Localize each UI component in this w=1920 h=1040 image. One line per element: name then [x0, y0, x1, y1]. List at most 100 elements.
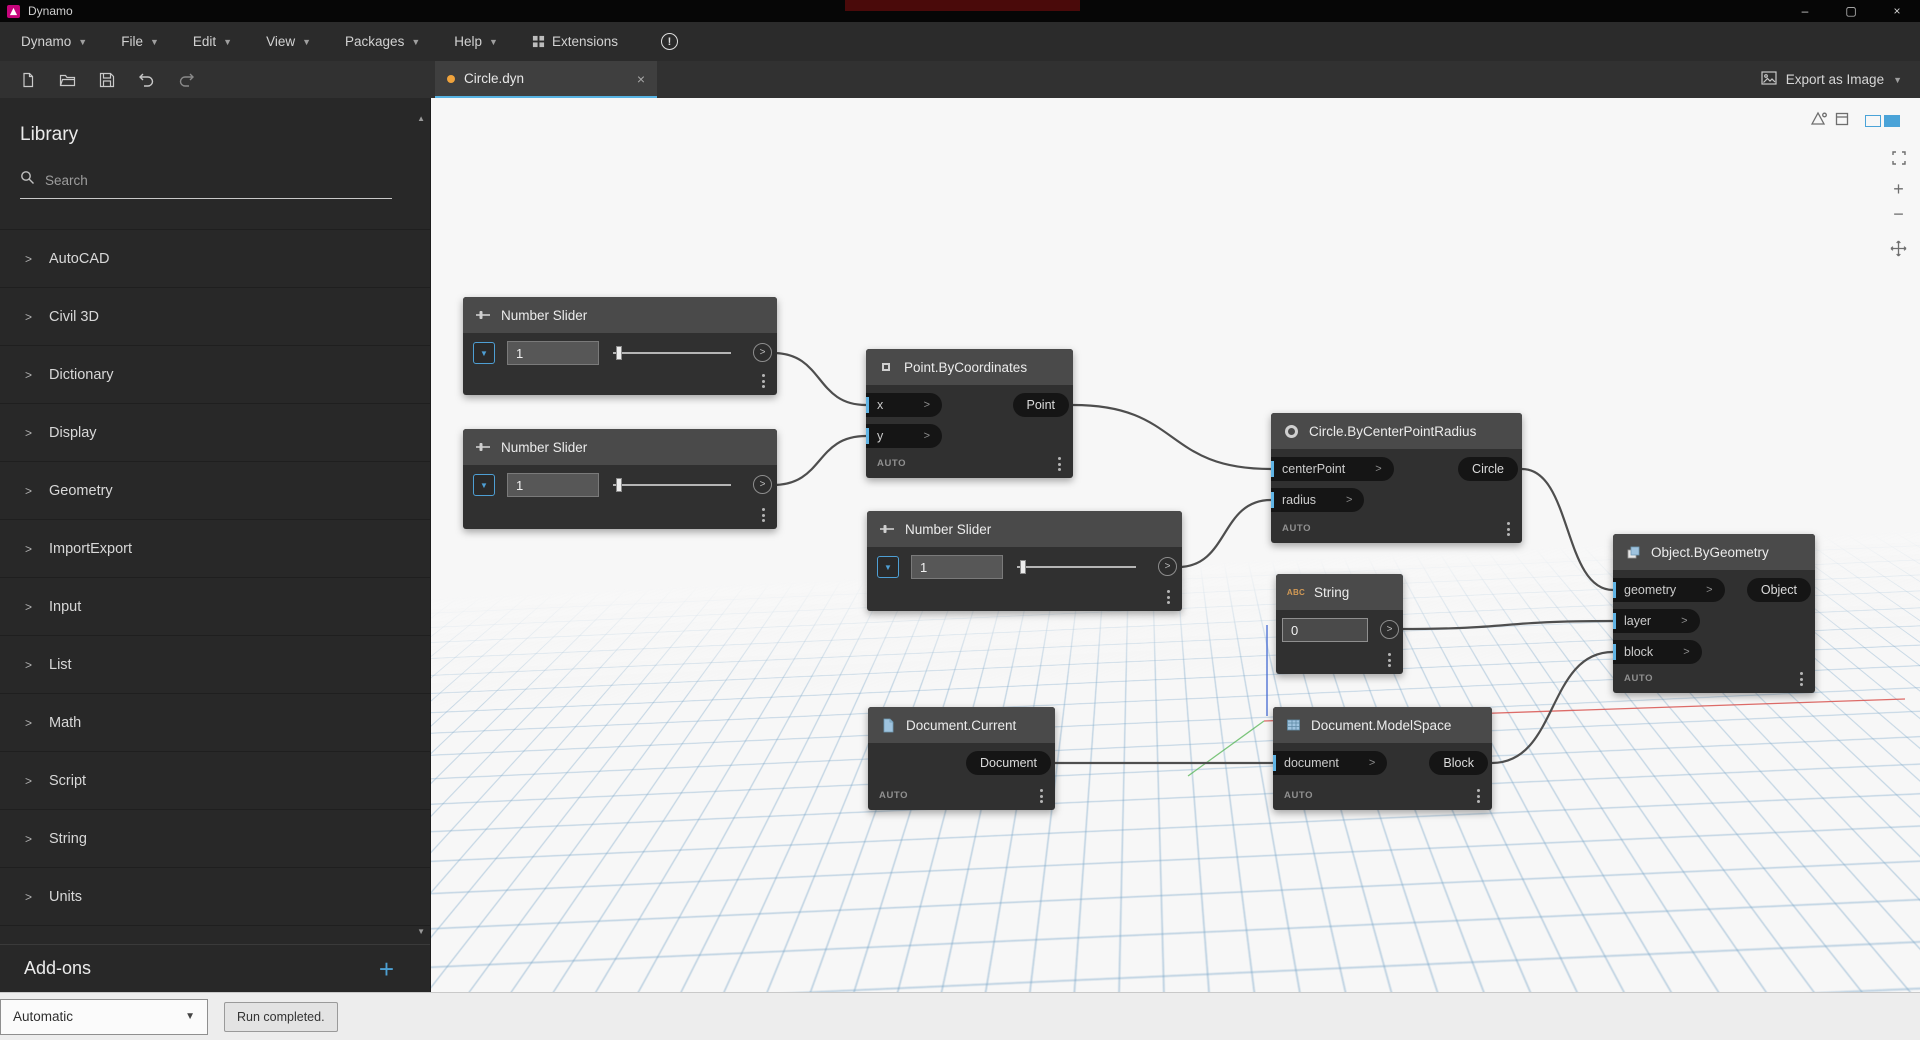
workspace-canvas[interactable]: Number Slider ▼ > Number Slider ▼ > Point.ByCo… [431, 98, 1920, 992]
node-object-bygeometry[interactable]: Object.ByGeometry geometry> layer> block> Ob… [1613, 534, 1815, 693]
port-in-layer[interactable]: layer> [1613, 609, 1700, 633]
lacing-label[interactable]: AUTO [1282, 523, 1311, 534]
slider-dropdown-button[interactable]: ▼ [473, 474, 495, 496]
port-out-Object[interactable]: Object [1747, 578, 1811, 602]
node-menu-kebab-icon[interactable] [1388, 653, 1391, 667]
sidebar-item-math[interactable]: >Math [0, 694, 430, 752]
port-out-icon[interactable]: > [753, 475, 772, 494]
node-header[interactable]: Document.Current [868, 707, 1055, 743]
menu-file[interactable]: File▼ [104, 22, 176, 61]
menu-edit[interactable]: Edit▼ [176, 22, 249, 61]
node-header[interactable]: Circle.ByCenterPointRadius [1271, 413, 1522, 449]
port-in-block[interactable]: block> [1613, 640, 1702, 664]
sidebar-item-autocad[interactable]: >AutoCAD [0, 230, 430, 288]
port-in-document[interactable]: document> [1273, 751, 1387, 775]
menu-packages[interactable]: Packages▼ [328, 22, 437, 61]
sidebar-item-list[interactable]: >List [0, 636, 430, 694]
sidebar-item-dictionary[interactable]: >Dictionary [0, 346, 430, 404]
open-file-button[interactable] [59, 72, 76, 88]
library-search[interactable] [20, 170, 392, 199]
node-number-slider-radius[interactable]: Number Slider▼> [867, 511, 1182, 611]
port-out-Point[interactable]: Point [1013, 393, 1070, 417]
node-string[interactable]: ABCString > [1276, 574, 1403, 674]
background-preview-toggle[interactable] [1865, 115, 1900, 127]
node-header[interactable]: Number Slider [463, 297, 777, 333]
sidebar-item-civil-3d[interactable]: >Civil 3D [0, 288, 430, 346]
port-out-icon[interactable]: > [1158, 557, 1177, 576]
scroll-down-icon[interactable]: ▼ [417, 927, 425, 936]
node-header[interactable]: ABCString [1276, 574, 1403, 610]
search-input[interactable] [45, 173, 345, 188]
lacing-label[interactable]: AUTO [877, 458, 906, 469]
node-menu-kebab-icon[interactable] [1477, 789, 1480, 803]
sidebar-item-units[interactable]: >Units [0, 868, 430, 926]
port-out-icon[interactable]: > [753, 343, 772, 362]
node-number-slider-x[interactable]: Number Slider ▼ > [463, 297, 777, 395]
node-point-bycoordinates[interactable]: Point.ByCoordinates x> y> Point AUTO [866, 349, 1073, 478]
menu-view[interactable]: View▼ [249, 22, 328, 61]
maximize-button[interactable]: ▢ [1828, 0, 1874, 22]
node-menu-kebab-icon[interactable] [1058, 457, 1061, 471]
geometry-scaling-icon[interactable] [1810, 111, 1827, 131]
menu-help[interactable]: Help▼ [437, 22, 515, 61]
node-menu-kebab-icon[interactable] [1167, 590, 1170, 604]
node-menu-kebab-icon[interactable] [762, 508, 765, 522]
port-in-y[interactable]: y> [866, 424, 942, 448]
node-number-slider-y[interactable]: Number Slider▼> [463, 429, 777, 529]
undo-button[interactable] [138, 72, 155, 87]
sidebar-item-importexport[interactable]: >ImportExport [0, 520, 430, 578]
node-header[interactable]: Document.ModelSpace [1273, 707, 1492, 743]
slider-dropdown-button[interactable]: ▼ [473, 342, 495, 364]
slider-track[interactable] [613, 352, 731, 354]
node-menu-kebab-icon[interactable] [1040, 789, 1043, 803]
export-as-image-button[interactable]: Export as Image ▼ [1761, 71, 1902, 88]
slider-thumb[interactable] [1020, 560, 1026, 574]
node-header[interactable]: Point.ByCoordinates [866, 349, 1073, 385]
port-out-Circle[interactable]: Circle [1458, 457, 1518, 481]
node-header[interactable]: Number Slider [867, 511, 1182, 547]
string-value-input[interactable] [1282, 618, 1368, 642]
slider-value-input[interactable] [507, 473, 599, 497]
minimize-button[interactable]: – [1782, 0, 1828, 22]
graph-view-toggle-icon[interactable] [1865, 115, 1881, 127]
node-menu-kebab-icon[interactable] [762, 374, 765, 388]
menu-extensions[interactable]: Extensions [515, 22, 635, 61]
slider-value-input[interactable] [911, 555, 1003, 579]
port-out-Document[interactable]: Document [966, 751, 1051, 775]
notification-icon[interactable]: ! [661, 33, 678, 50]
lacing-label[interactable]: AUTO [1624, 673, 1653, 684]
slider-value-input[interactable] [507, 341, 599, 365]
zoom-out-button[interactable]: − [1893, 207, 1904, 221]
add-package-button[interactable]: + [379, 956, 394, 982]
sidebar-item-input[interactable]: >Input [0, 578, 430, 636]
node-menu-kebab-icon[interactable] [1800, 672, 1803, 686]
node-document-modelspace[interactable]: Document.ModelSpace document> Block AUTO [1273, 707, 1492, 810]
port-in-geometry[interactable]: geometry> [1613, 578, 1725, 602]
slider-track[interactable] [613, 484, 731, 486]
port-in-centerPoint[interactable]: centerPoint> [1271, 457, 1394, 481]
node-header[interactable]: Object.ByGeometry [1613, 534, 1815, 570]
node-circle-bycenterpointradius[interactable]: Circle.ByCenterPointRadius centerPoint> ra… [1271, 413, 1522, 543]
new-file-button[interactable] [20, 72, 36, 88]
run-mode-select[interactable]: Automatic ▼ [0, 999, 208, 1035]
lacing-label[interactable]: AUTO [879, 790, 908, 801]
sidebar-item-string[interactable]: >String [0, 810, 430, 868]
menu-dynamo[interactable]: Dynamo▼ [4, 22, 104, 61]
port-out-Block[interactable]: Block [1429, 751, 1488, 775]
sidebar-item-display[interactable]: >Display [0, 404, 430, 462]
pan-icon[interactable] [1890, 240, 1907, 262]
background-3d-toggle-icon[interactable] [1884, 115, 1900, 127]
save-button[interactable] [99, 72, 115, 88]
sidebar-item-script[interactable]: >Script [0, 752, 430, 810]
node-document-current[interactable]: Document.Current Document AUTO [868, 707, 1055, 810]
port-in-radius[interactable]: radius> [1271, 488, 1364, 512]
port-out-icon[interactable]: > [1380, 620, 1399, 639]
scroll-up-icon[interactable]: ▲ [417, 114, 425, 123]
addons-section[interactable]: Add-ons + [0, 944, 430, 992]
graph-view-icon[interactable] [1835, 112, 1849, 131]
lacing-label[interactable]: AUTO [1284, 790, 1313, 801]
tab-circle-dyn[interactable]: Circle.dyn × [435, 61, 657, 98]
port-in-x[interactable]: x> [866, 393, 942, 417]
zoom-in-button[interactable]: + [1893, 182, 1904, 196]
tab-close-icon[interactable]: × [637, 71, 645, 87]
